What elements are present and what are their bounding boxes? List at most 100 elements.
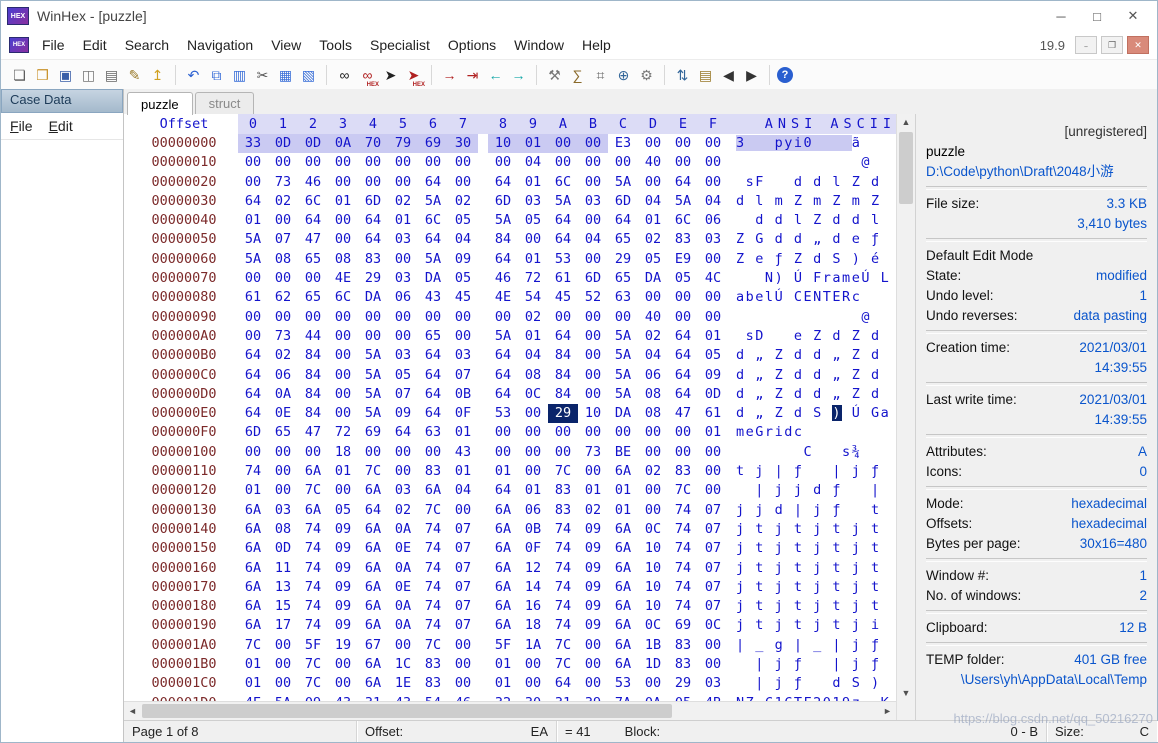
hex-byte[interactable]: 05 — [448, 211, 478, 230]
hex-byte[interactable]: 74 — [548, 597, 578, 616]
hex-byte[interactable]: 5A — [488, 211, 518, 230]
hex-byte[interactable]: 10 — [638, 597, 668, 616]
hex-byte[interactable]: 01 — [328, 462, 358, 481]
hex-byte[interactable]: 00 — [638, 173, 668, 192]
hex-byte[interactable]: 00 — [418, 443, 448, 462]
hex-byte[interactable]: 39 — [578, 694, 608, 701]
hex-byte[interactable]: 6C — [548, 173, 578, 192]
ascii-text[interactable]: abelÚ CENTERc — [736, 288, 890, 307]
hex-byte[interactable]: 4C — [698, 269, 728, 288]
hex-byte[interactable]: 00 — [578, 327, 608, 346]
hex-byte[interactable]: 6A — [608, 520, 638, 539]
hex-byte[interactable]: 03 — [698, 674, 728, 693]
ascii-text[interactable]: j t j t j t j i — [736, 616, 890, 635]
hex-byte[interactable]: 69 — [668, 616, 698, 635]
hex-byte[interactable]: 84 — [548, 366, 578, 385]
menu-item-tools[interactable]: Tools — [310, 33, 361, 57]
hex-byte[interactable]: 30 — [518, 694, 548, 701]
hex-byte[interactable]: 64 — [608, 211, 638, 230]
hex-byte[interactable]: 00 — [238, 308, 268, 327]
vertical-scroll-thumb[interactable] — [899, 132, 913, 204]
hex-byte[interactable]: 83 — [668, 636, 698, 655]
hex-byte[interactable]: 00 — [328, 404, 358, 423]
edit-properties-icon[interactable]: ✎ — [124, 65, 145, 86]
hex-byte[interactable]: 00 — [448, 501, 478, 520]
hex-byte[interactable]: 00 — [518, 674, 548, 693]
hex-byte[interactable]: 5A — [608, 327, 638, 346]
hex-byte[interactable]: 79 — [388, 134, 418, 153]
maximize-button[interactable]: □ — [1079, 3, 1115, 29]
hex-byte[interactable]: 03 — [698, 230, 728, 249]
hex-byte[interactable]: 00 — [418, 308, 448, 327]
hex-byte[interactable]: 64 — [548, 230, 578, 249]
hex-byte[interactable]: 69 — [418, 134, 448, 153]
hex-byte[interactable]: 00 — [698, 153, 728, 172]
hex-byte[interactable]: 00 — [638, 443, 668, 462]
hex-byte[interactable]: 00 — [328, 385, 358, 404]
hex-byte[interactable]: 47 — [298, 230, 328, 249]
hex-byte[interactable]: 64 — [388, 423, 418, 442]
hex-byte[interactable]: 09 — [298, 694, 328, 701]
hex-byte[interactable]: 00 — [448, 173, 478, 192]
hex-byte[interactable]: 12 — [518, 559, 548, 578]
hex-byte[interactable]: 07 — [698, 539, 728, 558]
hex-byte[interactable]: 00 — [448, 674, 478, 693]
hex-byte[interactable]: 01 — [638, 211, 668, 230]
hex-byte[interactable]: 05 — [638, 250, 668, 269]
hex-byte[interactable]: 00 — [638, 423, 668, 442]
hex-byte[interactable]: 65 — [608, 230, 638, 249]
hex-byte[interactable]: 74 — [548, 578, 578, 597]
options-icon[interactable]: ⚙ — [636, 65, 657, 86]
hex-byte[interactable]: 74 — [548, 559, 578, 578]
hex-byte[interactable]: 18 — [328, 443, 358, 462]
hex-byte[interactable]: 64 — [488, 481, 518, 500]
hex-byte[interactable]: 00 — [668, 153, 698, 172]
hex-byte[interactable]: 32 — [488, 694, 518, 701]
hex-byte[interactable]: 74 — [548, 616, 578, 635]
hex-byte[interactable]: 0D — [298, 134, 328, 153]
hex-byte[interactable]: 09 — [578, 559, 608, 578]
hex-byte[interactable]: 74 — [548, 520, 578, 539]
hex-byte[interactable]: DA — [608, 404, 638, 423]
hex-byte[interactable]: 00 — [328, 173, 358, 192]
hex-byte[interactable]: 00 — [418, 153, 448, 172]
hex-byte[interactable]: 64 — [238, 192, 268, 211]
hex-byte[interactable]: 00 — [328, 655, 358, 674]
hex-byte[interactable]: 04 — [518, 346, 548, 365]
hex-byte[interactable]: 04 — [578, 230, 608, 249]
hex-byte[interactable]: 6A — [298, 462, 328, 481]
hex-byte[interactable]: 00 — [518, 404, 548, 423]
hex-byte[interactable]: 73 — [268, 173, 298, 192]
hex-byte[interactable]: 00 — [548, 134, 578, 153]
hex-byte[interactable]: 0B — [448, 385, 478, 404]
hex-byte[interactable]: 64 — [238, 385, 268, 404]
hex-byte[interactable]: 06 — [638, 366, 668, 385]
hex-byte[interactable]: 5A — [358, 404, 388, 423]
hex-byte[interactable]: 47 — [668, 404, 698, 423]
hex-byte[interactable]: 09 — [698, 366, 728, 385]
hex-byte[interactable]: 01 — [238, 481, 268, 500]
hex-byte[interactable]: 84 — [548, 385, 578, 404]
hex-byte[interactable]: 00 — [698, 443, 728, 462]
hex-byte[interactable]: 4E — [488, 288, 518, 307]
ascii-text[interactable]: d „ Z d S ) Ú Ga — [736, 404, 890, 423]
hex-byte[interactable]: 53 — [608, 674, 638, 693]
import-icon[interactable]: ↥ — [147, 65, 168, 86]
hex-byte[interactable]: 0C — [518, 385, 548, 404]
hex-byte[interactable]: 6A — [358, 597, 388, 616]
hex-byte[interactable]: 6D — [578, 269, 608, 288]
hex-byte[interactable]: 0D — [698, 385, 728, 404]
hex-byte[interactable]: 5A — [358, 385, 388, 404]
hex-byte[interactable]: 00 — [358, 153, 388, 172]
hex-byte[interactable]: 00 — [268, 462, 298, 481]
vertical-scrollbar[interactable]: ▲ ▼ — [896, 114, 915, 720]
hex-byte[interactable]: 43 — [388, 694, 418, 701]
hex-byte[interactable]: 00 — [238, 269, 268, 288]
hex-byte[interactable]: 10 — [488, 134, 518, 153]
create-disk-image-icon[interactable]: ◫ — [78, 65, 99, 86]
case-menu-edit[interactable]: Edit — [49, 118, 73, 134]
ascii-text[interactable]: @ — [736, 153, 890, 172]
hex-byte[interactable]: 7C — [418, 636, 448, 655]
hex-byte[interactable]: 04 — [518, 153, 548, 172]
hex-byte[interactable]: 7A — [608, 694, 638, 701]
